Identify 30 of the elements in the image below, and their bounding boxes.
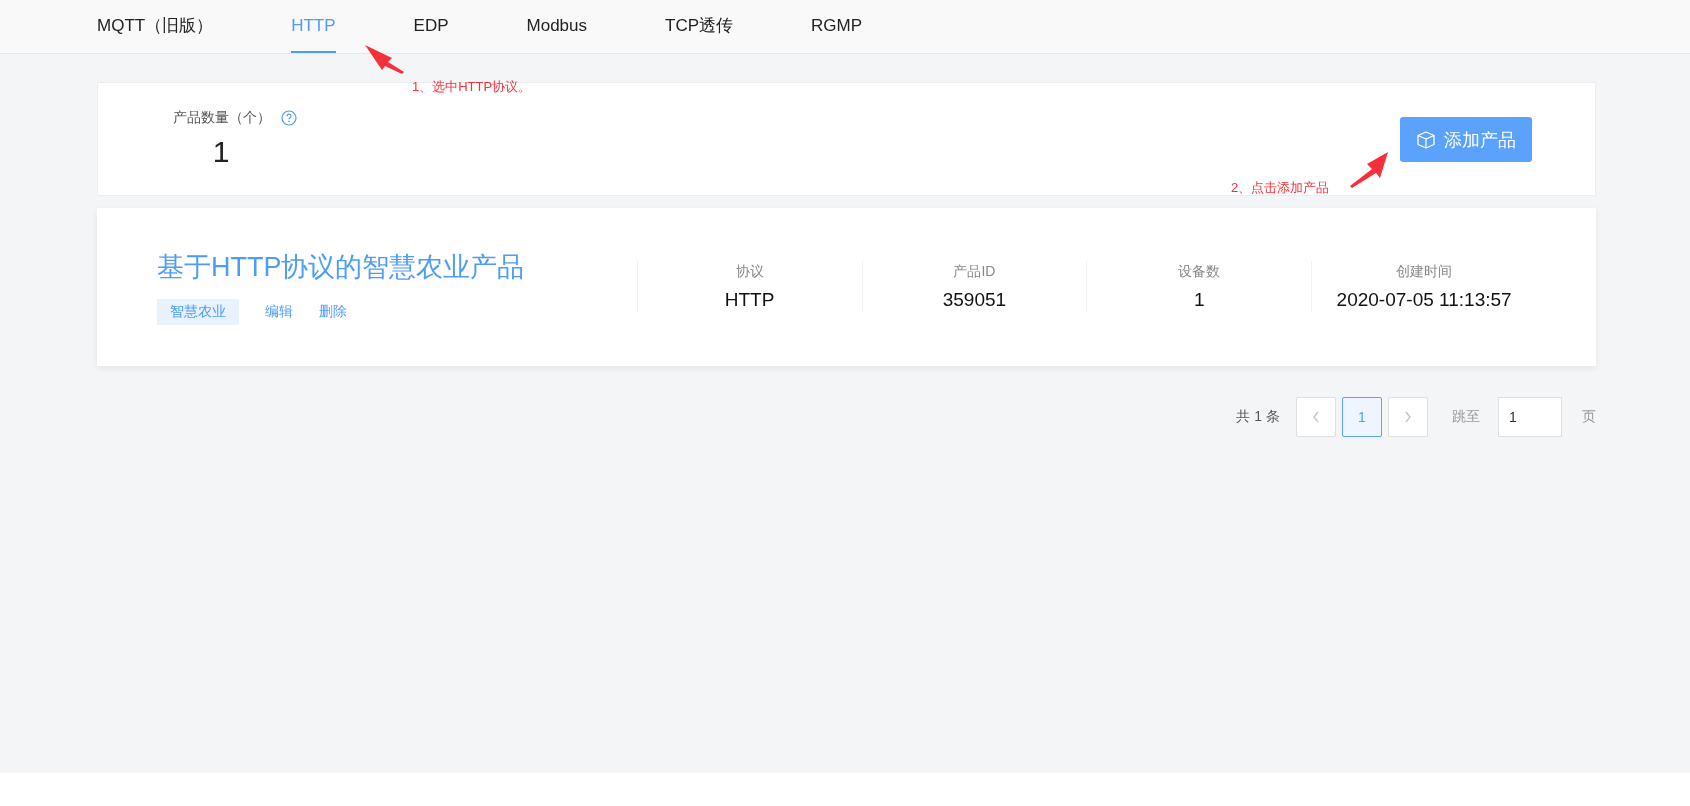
tab[interactable]: RGMP: [811, 0, 862, 53]
field-value: 359051: [942, 289, 1007, 311]
annotation-text: 2、点击添加产品: [1231, 179, 1330, 197]
field-value: 1: [1193, 289, 1205, 311]
stat-label: 产品数量（个）: [173, 109, 271, 127]
page-suffix: 页: [1582, 408, 1596, 426]
tab[interactable]: Modbus: [526, 0, 587, 53]
field-value: HTTP: [724, 289, 775, 311]
tab[interactable]: MQTT（旧版）: [97, 0, 214, 53]
field-label: 设备数: [1178, 263, 1221, 281]
next-page-button[interactable]: [1388, 397, 1428, 437]
stat-value: 1: [212, 135, 230, 169]
arrow: [1350, 152, 1388, 188]
cube-icon: [1416, 129, 1436, 150]
product-tag: 智慧农业: [157, 299, 239, 325]
field-value: 2020-07-05 11:13:57: [1336, 289, 1512, 311]
tab[interactable]: TCP透传: [665, 0, 733, 53]
prev-page-button[interactable]: [1296, 397, 1336, 437]
tab[interactable]: EDP: [413, 0, 449, 53]
chevron-right-icon: [1404, 411, 1412, 423]
page-input[interactable]: 1: [1498, 397, 1562, 437]
field-label: 产品ID: [953, 263, 996, 281]
field-label: 创建时间: [1396, 263, 1453, 281]
field-label: 协议: [735, 263, 764, 281]
total-count: 共 1 条: [1236, 408, 1280, 426]
jump-label: 跳至: [1452, 408, 1480, 426]
help-icon[interactable]: [281, 110, 297, 126]
annotation-text: 1、选中HTTP协议。: [412, 78, 532, 96]
chevron-left-icon: [1312, 411, 1320, 423]
arrow: [365, 45, 404, 74]
